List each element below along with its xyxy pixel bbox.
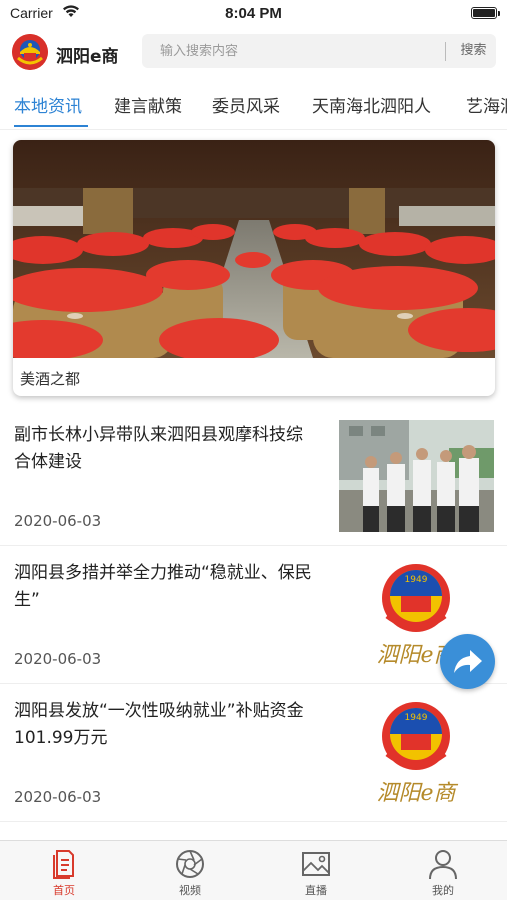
app-logo[interactable] [12, 34, 48, 70]
tab-members[interactable]: 委员风采 [212, 92, 280, 117]
emblem-year: 1949 [405, 713, 428, 723]
user-icon [429, 850, 457, 880]
tabbar-label: 直播 [305, 884, 327, 897]
tabbar-label: 视频 [179, 884, 201, 897]
status-bar: Carrier 8:04 PM [0, 0, 507, 28]
cppcc-emblem-logo-thumbnail: 1949 泗阳e商 [339, 696, 494, 808]
news-date: 2020-06-03 [14, 650, 102, 668]
tab-arts[interactable]: 艺海泗阳 [466, 92, 507, 117]
tab-suggestions[interactable]: 建言献策 [114, 92, 182, 117]
tab-local-news[interactable]: 本地资讯 [14, 92, 82, 117]
news-date: 2020-06-03 [14, 788, 102, 806]
news-item[interactable]: 副市长林小异带队来泗阳县观摩科技综合体建设 2020-06-03 [0, 408, 507, 546]
picture-icon [302, 852, 330, 876]
category-tabs: 本地资讯 建言献策 委员风采 天南海北泗阳人 艺海泗阳 [0, 80, 507, 130]
camera-aperture-icon [176, 850, 204, 878]
search-divider [445, 42, 446, 61]
active-tab-indicator [14, 125, 88, 127]
search-input[interactable] [142, 34, 442, 68]
news-title: 副市长林小异带队来泗阳县观摩科技综合体建设 [14, 425, 303, 472]
tabbar-live[interactable]: 直播 [276, 847, 356, 898]
bottom-tab-bar: 首页 视频 直播 我的 [0, 840, 507, 900]
tab-siyang-people[interactable]: 天南海北泗阳人 [312, 92, 431, 117]
app-header: 泗阳e商 搜索 [0, 30, 507, 76]
home-document-icon [53, 850, 74, 879]
featured-banner[interactable]: 美酒之都 [13, 140, 495, 396]
tabbar-label: 我的 [432, 884, 454, 897]
emblem-year: 1949 [405, 575, 428, 585]
share-button[interactable] [440, 634, 495, 689]
tabbar-video[interactable]: 视频 [150, 847, 230, 898]
tabbar-label: 首页 [53, 884, 75, 897]
share-arrow-icon [454, 650, 482, 673]
news-item[interactable]: 泗阳县多措并举全力推动“稳就业、保民生” 2020-06-03 1949 泗阳e… [0, 546, 507, 684]
battery-icon [471, 7, 500, 19]
emblem-script: 泗阳e商 [376, 781, 458, 806]
search-button[interactable]: 搜索 [451, 34, 496, 68]
news-date: 2020-06-03 [14, 512, 102, 530]
clock: 8:04 PM [225, 5, 282, 22]
app-name: 泗阳e商 [56, 47, 119, 67]
news-item[interactable]: 泗阳县发放“一次性吸纳就业”补贴资金101.99万元 2020-06-03 19… [0, 684, 507, 822]
banner-image-wine-jars [13, 140, 495, 358]
search-bar: 搜索 [142, 34, 496, 68]
tabbar-mine[interactable]: 我的 [403, 847, 483, 898]
news-title: 泗阳县发放“一次性吸纳就业”补贴资金101.99万元 [14, 701, 304, 748]
tabbar-home[interactable]: 首页 [24, 847, 104, 898]
news-thumbnail-photo [339, 420, 494, 532]
banner-caption: 美酒之都 [20, 370, 81, 388]
news-title: 泗阳县多措并举全力推动“稳就业、保民生” [14, 563, 312, 610]
